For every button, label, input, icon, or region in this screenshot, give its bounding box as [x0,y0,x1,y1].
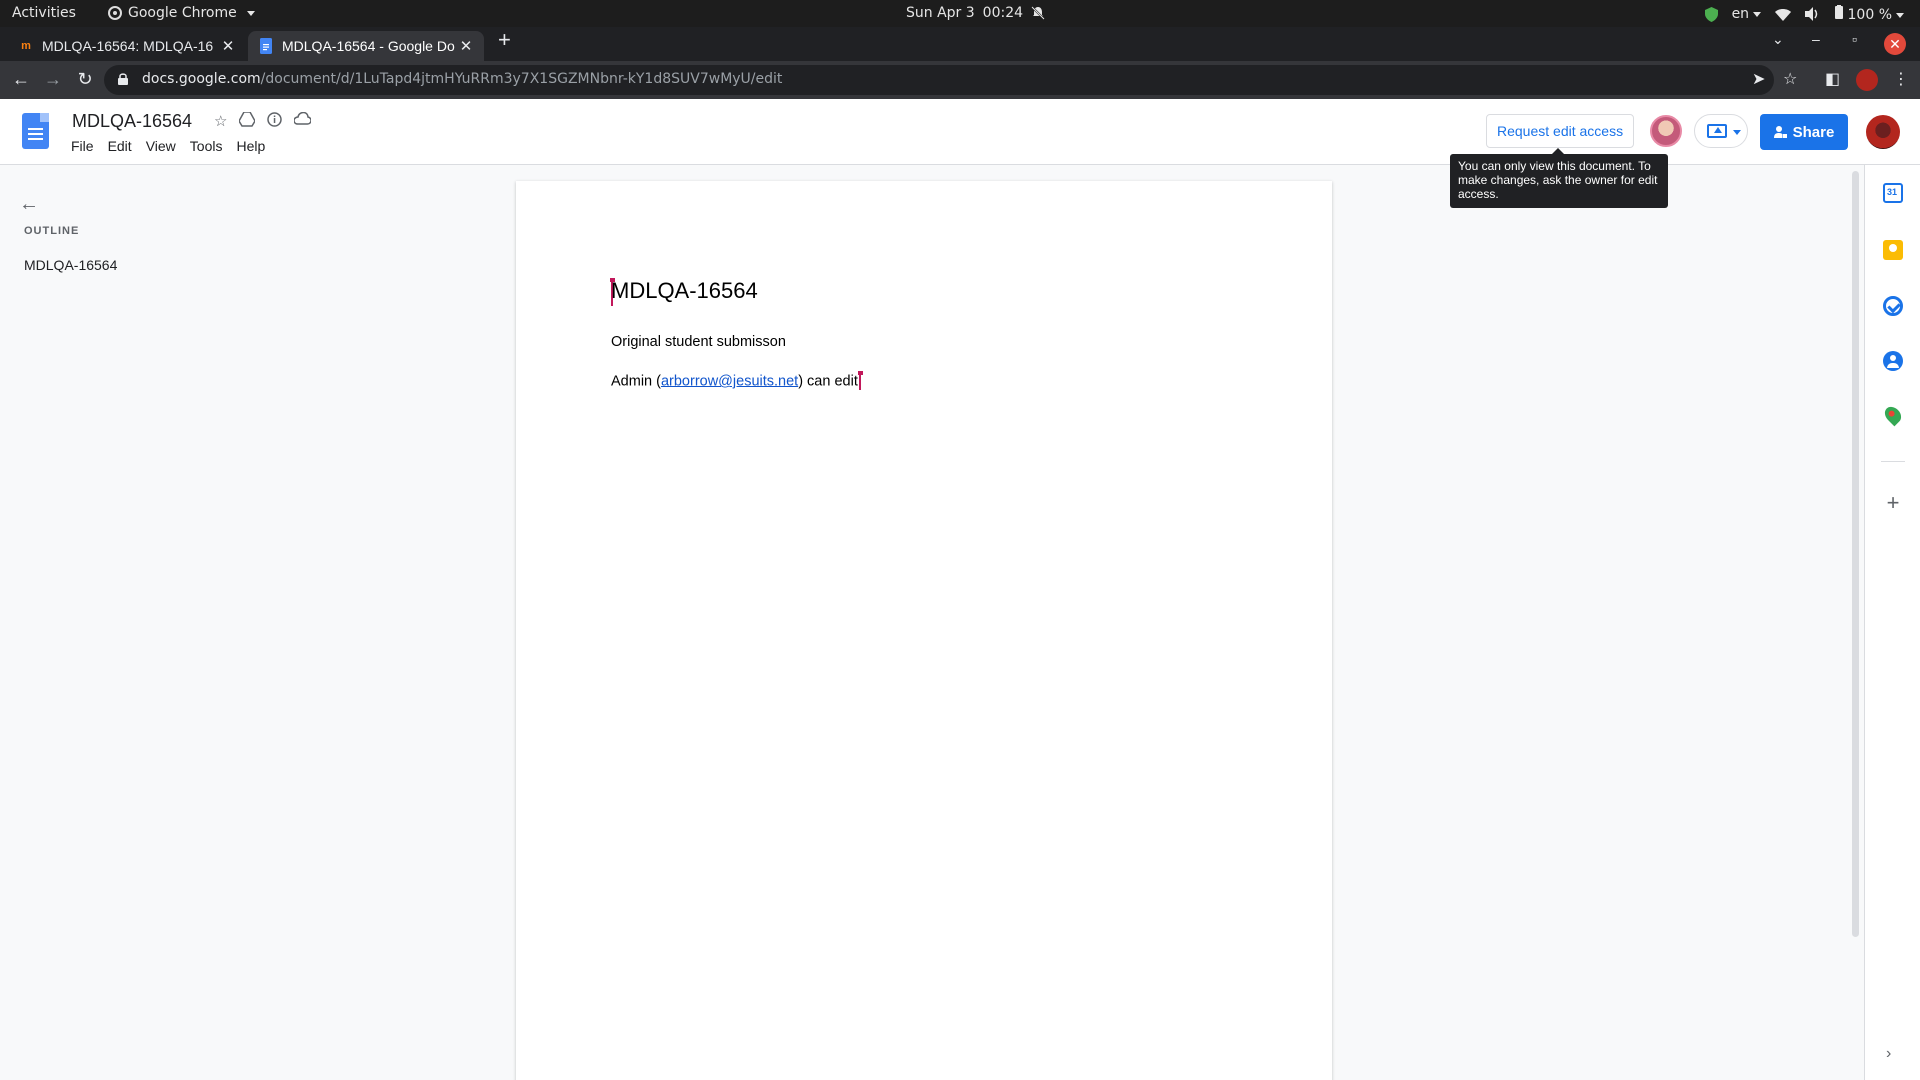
chevron-down-icon [1733,130,1741,135]
account-avatar[interactable] [1866,115,1900,149]
menu-help[interactable]: Help [236,138,265,154]
moodle-icon: m [21,40,31,52]
chevron-down-icon [1896,12,1904,18]
cloud-icon[interactable] [294,112,312,125]
tasks-icon[interactable] [1883,296,1903,316]
document-paragraph: Original student submisson [611,334,786,350]
menu-tools[interactable]: Tools [190,138,223,154]
back-arrow-icon[interactable]: ← [10,69,32,90]
url-text: docs.google.com/document/d/1LuTapd4jtmHY… [142,71,783,87]
present-icon [1707,124,1727,138]
new-tab-button[interactable]: + [498,27,511,53]
chrome-icon [108,6,122,20]
document-heading: MDLQA-16564 [611,278,758,303]
forward-arrow-icon[interactable]: → [42,69,64,90]
side-panel: + › [1864,165,1920,1080]
calendar-icon[interactable] [1883,183,1903,203]
shield-icon [1704,6,1718,22]
activities-button[interactable]: Activities [12,5,76,21]
profile-avatar[interactable] [1856,69,1878,91]
tab-title: MDLQA-16564 - Google Do [282,38,455,54]
star-icon[interactable]: ☆ [214,112,227,130]
title-actions: ☆ [214,112,312,130]
menu-edit[interactable]: Edit [108,138,132,154]
tab-strip: m MDLQA-16564: MDLQA-16 ✕ MDLQA-16564 - … [0,27,1920,61]
menu-bar: File Edit View Tools Help [71,138,265,154]
email-link[interactable]: arborrow@jesuits.net [661,373,798,389]
collaborator-cursor [857,371,863,390]
close-icon[interactable]: ✕ [458,37,474,55]
volume-icon [1805,7,1818,21]
maps-icon[interactable] [1881,403,1905,427]
add-addon-icon[interactable]: + [1883,490,1903,516]
lock-icon [118,73,128,85]
request-edit-access-button[interactable]: Request edit access [1486,114,1635,148]
keep-icon[interactable] [1883,240,1903,260]
docs-icon [258,38,274,54]
more-vert-icon[interactable]: ⋮ [1893,69,1909,89]
outline-label: OUTLINE [24,225,80,237]
menu-file[interactable]: File [71,138,94,154]
vertical-scrollbar[interactable] [1852,171,1859,937]
wifi-icon [1775,8,1792,21]
restore-button[interactable]: ▫ [1852,31,1857,47]
battery-indicator[interactable]: 100 % [1835,5,1904,23]
window-close-button[interactable]: ✕ [1884,33,1906,55]
address-bar[interactable]: docs.google.com/document/d/1LuTapd4jtmHY… [104,65,1774,95]
clock-date: Sun Apr 3 [906,5,975,21]
share-button[interactable]: Share [1760,114,1848,150]
clock-time: 00:24 [982,5,1024,21]
person-lock-icon [1773,126,1787,138]
close-icon[interactable]: ✕ [220,37,236,55]
chevron-right-icon[interactable]: › [1886,1045,1891,1063]
app-name: Google Chrome [128,5,237,21]
tab-title: MDLQA-16564: MDLQA-16 [42,38,214,54]
minimize-button[interactable]: – [1812,31,1820,47]
tab-google-docs[interactable]: MDLQA-16564 - Google Do ✕ [248,31,484,61]
side-panel-icon[interactable]: ◧ [1825,69,1840,89]
add-shortcut-drive-icon[interactable] [239,112,256,127]
menu-view[interactable]: View [146,138,176,154]
reload-icon[interactable]: ↻ [74,69,96,90]
bell-muted-icon [1031,6,1045,20]
contacts-icon[interactable] [1883,351,1903,371]
star-icon[interactable]: ☆ [1783,69,1797,89]
language-indicator[interactable]: en [1732,6,1762,22]
view-only-tooltip: You can only view this document. To make… [1450,148,1668,208]
document-paragraph: Admin (arborrow@jesuits.net) can edit [611,371,863,390]
system-top-bar: Activities Google Chrome Sun Apr 3 00:24… [0,0,1920,27]
chevron-down-icon [1753,11,1762,17]
divider [1881,461,1905,462]
back-arrow-icon[interactable]: ← [19,193,39,216]
tab-moodle[interactable]: m MDLQA-16564: MDLQA-16 ✕ [8,31,246,61]
docs-logo-icon[interactable] [22,113,49,149]
clock[interactable]: Sun Apr 3 00:24 [906,5,1045,21]
system-tray[interactable]: en 100 % [1704,5,1904,23]
present-button[interactable] [1694,114,1748,148]
battery-icon [1835,5,1844,19]
document-title[interactable]: MDLQA-16564 [72,111,192,132]
info-icon[interactable] [267,112,283,127]
tab-search-icon[interactable]: ⌄ [1772,31,1784,48]
outline-item[interactable]: MDLQA-16564 [24,257,117,273]
chevron-down-icon [246,10,255,16]
send-icon[interactable]: ➤ [1752,69,1765,89]
browser-toolbar: ← → ↻ docs.google.com/document/d/1LuTapd… [0,61,1920,99]
app-menu[interactable]: Google Chrome [108,5,255,21]
collaborator-avatar[interactable] [1650,115,1682,147]
document-page[interactable]: MDLQA-16564 Original student submisson A… [516,181,1332,1080]
